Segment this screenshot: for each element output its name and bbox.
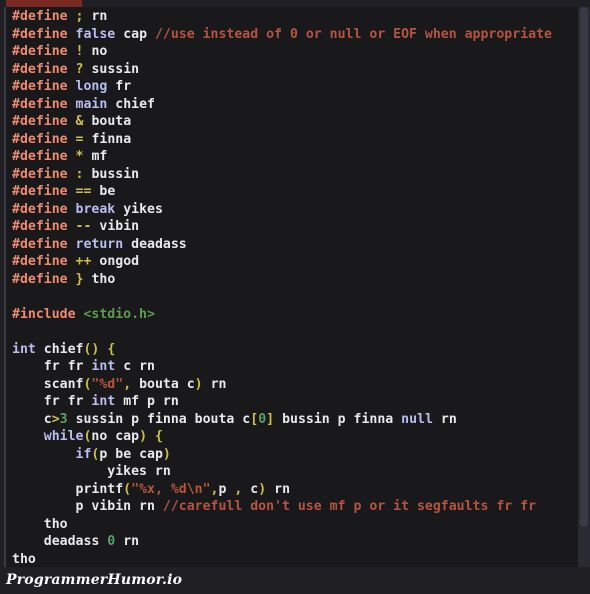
code-line: printf("%x, %d\n",p , c) rn: [75, 481, 291, 497]
code-screenshot: #define ; rn #define false cap //use inst…: [0, 0, 590, 594]
source-code: #define ; rn #define false cap //use inst…: [12, 8, 552, 567]
code-line: #define break yikes: [12, 201, 163, 217]
code-line: tho: [43, 516, 68, 532]
code-line: #define main chief: [12, 96, 155, 112]
code-line: fr fr int mf p rn: [43, 394, 179, 409]
code-editor-pane[interactable]: #define ; rn #define false cap //use inst…: [4, 7, 580, 567]
code-line: #define } tho: [12, 271, 116, 287]
code-line: #define return deadass: [12, 236, 187, 252]
code-line: #define ; rn: [12, 9, 108, 24]
code-line: while(no cap) {: [43, 429, 163, 444]
code-line: #define -- vibin: [12, 219, 140, 234]
code-line: #define false cap //use instead of 0 or …: [12, 26, 552, 42]
watermark: ProgrammerHumor.io: [6, 572, 183, 588]
code-line: fr fr int c rn: [43, 359, 155, 374]
code-line: if(p be cap): [75, 446, 171, 462]
code-line: yikes rn: [107, 464, 171, 479]
code-line: #include <stdio.h>: [12, 306, 155, 322]
code-line: c>3 sussin p finna bouta c[0] bussin p f…: [43, 411, 457, 427]
code-line: #define & bouta: [12, 114, 132, 129]
code-line: #define ++ ongod: [12, 254, 140, 269]
scrollbar-thumb[interactable]: [580, 7, 588, 527]
code-line: int chief() {: [12, 341, 116, 357]
window-titlebar: [0, 0, 590, 9]
vertical-scrollbar[interactable]: [578, 7, 590, 567]
code-line: deadass 0 rn: [43, 534, 140, 549]
code-line: p vibin rn //carefull don't use mf p or …: [75, 499, 537, 514]
code-line: #define * mf: [12, 149, 108, 164]
code-line: tho: [12, 551, 36, 567]
code-line: #define ? sussin: [12, 61, 140, 77]
code-line: #define : bussin: [12, 166, 140, 182]
code-line: #define long fr: [12, 79, 132, 94]
code-line: #define = finna: [12, 131, 132, 147]
code-line: #define == be: [12, 184, 116, 199]
code-line: #define ! no: [12, 44, 108, 59]
code-line: scanf("%d", bouta c) rn: [43, 376, 227, 392]
